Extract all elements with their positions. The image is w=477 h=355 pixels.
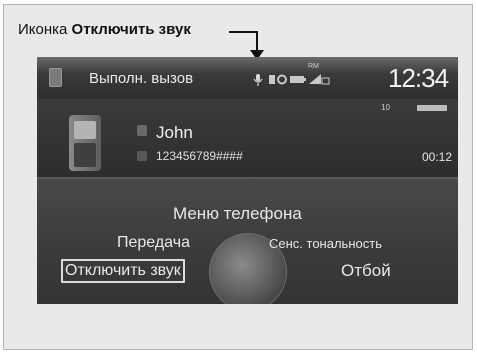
callout-label: Иконка Отключить звук <box>18 21 191 38</box>
hfl-icon <box>277 74 287 85</box>
status-bar: Выполн. вызов RM 12:34 <box>37 57 458 99</box>
call-duration: 00:12 <box>422 150 453 164</box>
microphone-muted-icon <box>253 74 263 86</box>
phone-icon <box>49 68 62 87</box>
menu-item-phone-menu[interactable]: Меню телефона <box>173 204 302 224</box>
contact-name: John <box>156 123 193 142</box>
menu-item-end-call[interactable]: Отбой <box>341 261 391 281</box>
callout-target: Отключить звук <box>71 21 191 38</box>
call-info-panel: 10 John 123456789#### 00:12 <box>37 99 458 177</box>
clock: 12:34 <box>388 63 449 93</box>
battery-level-icon <box>417 105 447 111</box>
battery-icon <box>290 76 306 83</box>
callout-leader-line <box>229 31 257 33</box>
mobile-phone-icon <box>69 115 101 171</box>
status-icons <box>269 74 330 85</box>
call-status: Выполн. вызов <box>89 70 194 87</box>
menu-item-transfer[interactable]: Передача <box>117 234 190 252</box>
signal-icon <box>309 74 330 85</box>
callout-prefix: Иконка <box>18 21 68 38</box>
menu-item-mute[interactable]: Отключить звук <box>61 259 185 283</box>
phone-number: 123456789#### <box>156 149 243 163</box>
signal-strength-value: 10 <box>381 103 390 112</box>
callout-leader-line-vertical <box>256 31 258 51</box>
phone-menu: Меню телефона Передача Сенс. тональность… <box>37 177 458 304</box>
phone-number-icon <box>137 151 147 161</box>
contact-icon <box>137 125 147 136</box>
network-label: RM <box>308 63 319 70</box>
menu-item-touch-tones[interactable]: Сенс. тональность <box>269 236 382 251</box>
phone-screen-display: Выполн. вызов RM 12:34 10 John 123456789… <box>37 57 458 304</box>
bluetooth-icon <box>269 75 275 84</box>
